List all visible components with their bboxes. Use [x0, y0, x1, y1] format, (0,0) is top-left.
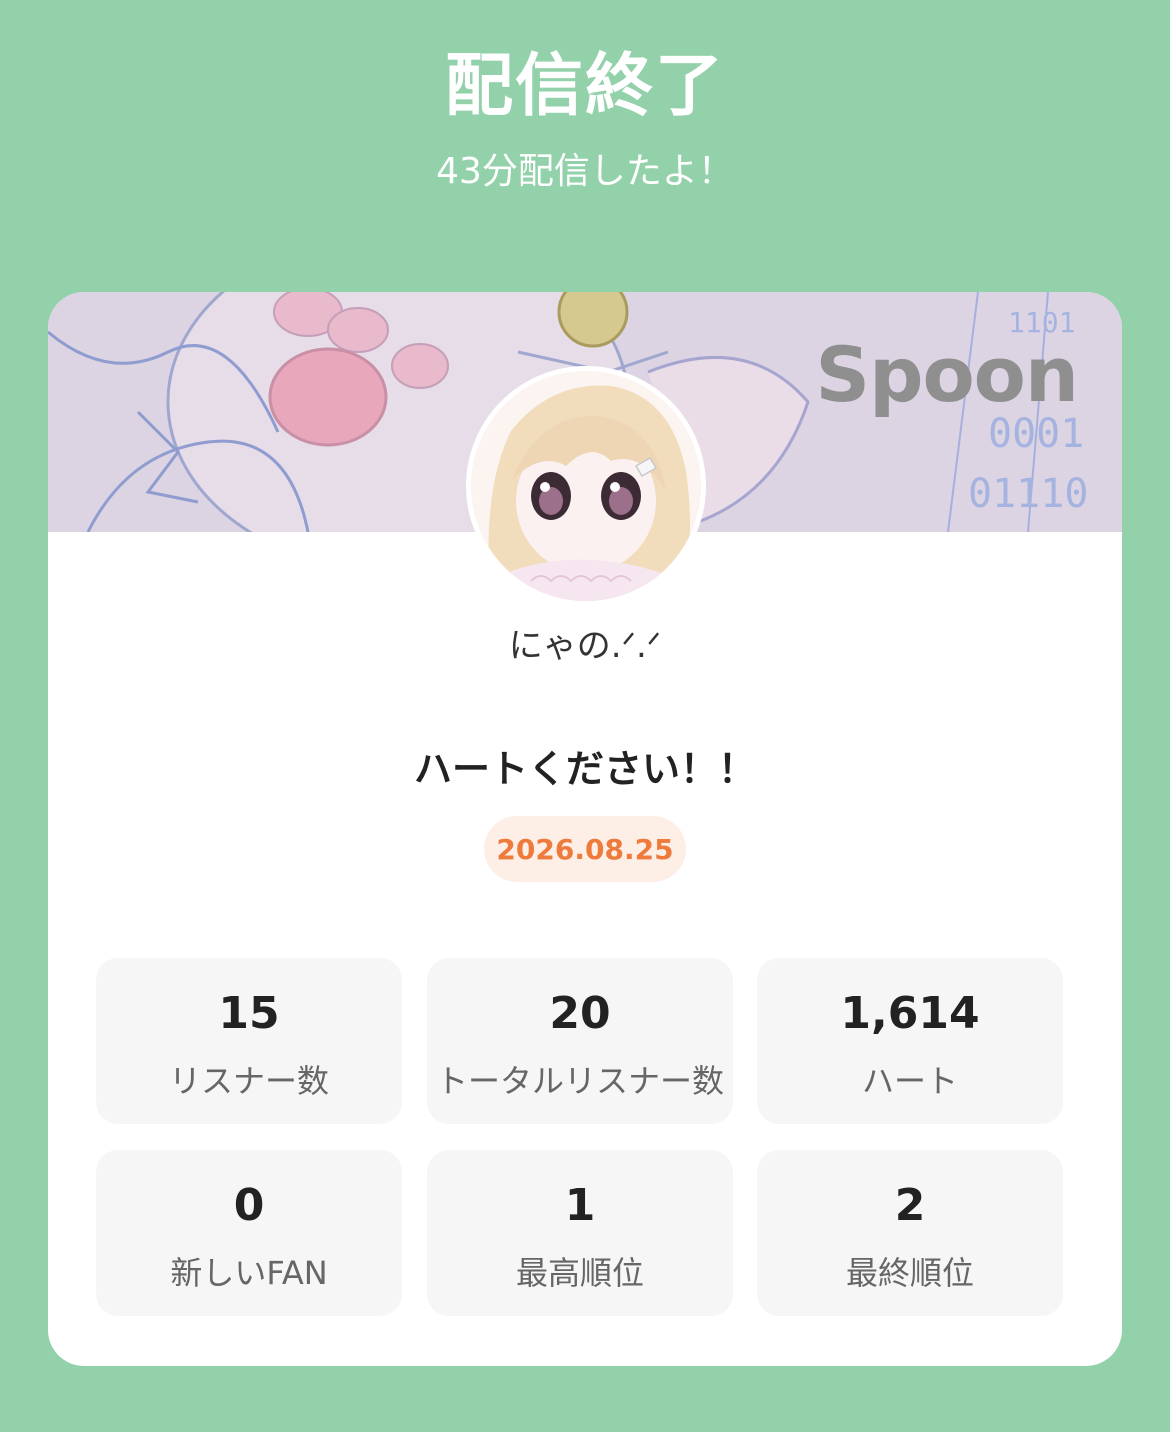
stat-value: 0	[233, 1180, 265, 1231]
stat-final-rank: 2 最終順位	[757, 1150, 1063, 1316]
stat-value: 2	[894, 1180, 926, 1231]
stat-value: 20	[549, 988, 611, 1039]
stream-title: ハートください！！	[413, 747, 756, 791]
page-title: 配信終了	[444, 47, 725, 126]
avatar-illustration	[471, 371, 701, 601]
stat-label: 最高順位	[515, 1254, 644, 1292]
svg-text:01110: 01110	[968, 471, 1088, 517]
stat-highest-rank: 1 最高順位	[427, 1150, 733, 1316]
stat-value: 15	[218, 988, 280, 1039]
stat-listeners: 15 リスナー数	[96, 958, 402, 1124]
stat-value: 1	[564, 1180, 596, 1231]
stat-value: 1,614	[840, 988, 980, 1039]
stat-new-fans: 0 新しいFAN	[96, 1150, 402, 1316]
stat-hearts: 1,614 ハート	[757, 958, 1063, 1124]
stat-label: ハート	[861, 1062, 958, 1100]
stat-label: 最終順位	[845, 1254, 974, 1292]
streamer-avatar[interactable]	[466, 366, 706, 606]
streamer-username[interactable]: にゃの.ᐟ.ᐟ	[48, 618, 1122, 667]
broadcast-summary-card: 1101 0001 01110 Spoon にゃの.ᐟ.ᐟ ハートください！！ …	[48, 292, 1122, 1366]
stat-label: 新しいFAN	[170, 1254, 328, 1292]
stat-label: トータルリスナー数	[435, 1062, 724, 1100]
brand-logo: Spoon	[815, 330, 1079, 419]
stat-label: リスナー数	[168, 1062, 329, 1100]
stat-total-listeners: 20 トータルリスナー数	[427, 958, 733, 1124]
broadcast-duration-text: 43分配信したよ！	[436, 151, 734, 192]
date-badge: 2026.08.25	[484, 816, 686, 882]
broadcast-end-screen: 配信終了 43分配信したよ！ 1101 0001 01110 Spoon にゃの…	[0, 0, 1170, 1432]
